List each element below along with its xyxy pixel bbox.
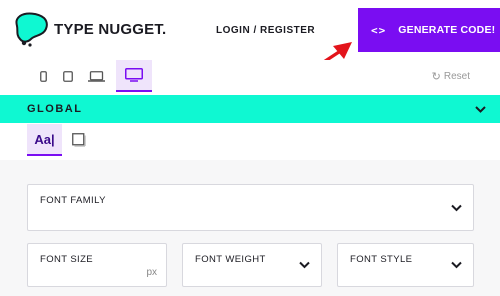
square-icon [72, 133, 86, 147]
reset-button[interactable]: ↻ Reset [432, 70, 470, 83]
font-weight-select[interactable]: FONT WEIGHT [182, 243, 322, 287]
device-toolbar [0, 60, 500, 92]
settings-panel: FONT FAMILY FONT SIZE px FONT WEIGHT FON… [0, 160, 500, 296]
px-unit-label: px [146, 267, 157, 278]
brand-name[interactable]: TYPE NUGGET. [54, 21, 166, 38]
font-size-label: FONT SIZE [40, 254, 94, 265]
generate-code-button[interactable]: <> GENERATE CODE! [358, 8, 500, 52]
tab-box[interactable] [66, 124, 92, 156]
header: TYPE NUGGET. LOGIN / REGISTER <> GENERAT… [0, 0, 500, 75]
chevron-down-icon [451, 261, 462, 269]
tablet-icon [63, 70, 73, 82]
device-phone-button[interactable] [36, 60, 50, 92]
phone-icon [39, 70, 47, 82]
chevron-down-icon [451, 204, 462, 211]
tab-typography[interactable]: Aa| [27, 124, 62, 156]
device-desktop-button[interactable] [116, 60, 152, 92]
generate-code-label: GENERATE CODE! [398, 24, 496, 36]
laptop-icon [87, 70, 105, 82]
device-tablet-button[interactable] [59, 60, 77, 92]
global-section-header[interactable]: GLOBAL [0, 95, 500, 123]
font-weight-label: FONT WEIGHT [195, 254, 266, 265]
global-title: GLOBAL [27, 103, 83, 115]
desktop-icon [125, 68, 143, 82]
nugget-logo[interactable] [14, 12, 48, 48]
chevron-down-icon [299, 261, 310, 269]
font-style-label: FONT STYLE [350, 254, 413, 265]
code-icon: <> [371, 23, 387, 37]
device-laptop-button[interactable] [85, 60, 107, 92]
font-family-label: FONT FAMILY [40, 195, 106, 206]
font-family-select[interactable]: FONT FAMILY [27, 184, 474, 231]
chevron-down-icon [475, 105, 486, 113]
login-register-link[interactable]: LOGIN / REGISTER [216, 25, 315, 36]
reset-label: Reset [443, 71, 470, 82]
typography-icon: Aa| [34, 131, 55, 147]
font-style-select[interactable]: FONT STYLE [337, 243, 474, 287]
refresh-icon: ↻ [431, 71, 441, 83]
font-size-input[interactable]: FONT SIZE px [27, 243, 167, 287]
